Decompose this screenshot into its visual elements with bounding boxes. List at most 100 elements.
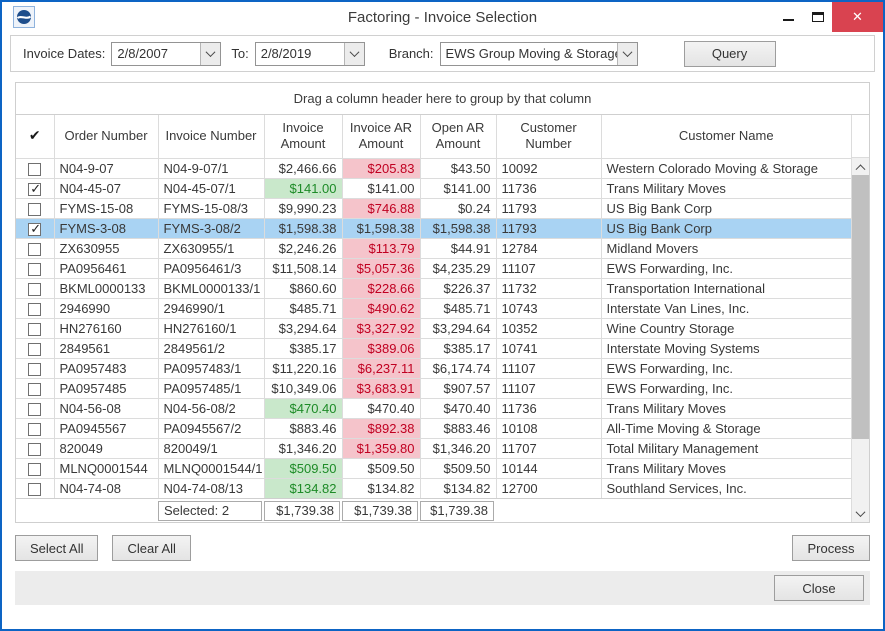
table-row[interactable]: N04-74-08 N04-74-08/13 $134.82 $134.82 $… [16, 478, 851, 498]
date-to-dropdown-button[interactable] [344, 43, 364, 65]
invoice-amount-cell: $141.00 [264, 178, 342, 198]
customer-number-cell: 10743 [496, 298, 601, 318]
open-ar-amount-cell: $0.24 [420, 198, 496, 218]
vertical-scrollbar[interactable] [852, 158, 869, 522]
header-row: ✔ Order Number Invoice Number Invoice Am… [16, 115, 851, 158]
table-row[interactable]: N04-9-07 N04-9-07/1 $2,466.66 $205.83 $4… [16, 158, 851, 178]
table-row[interactable]: BKML0000133 BKML0000133/1 $860.60 $228.6… [16, 278, 851, 298]
row-checkbox[interactable] [28, 423, 41, 436]
table-row[interactable]: FYMS-3-08 FYMS-3-08/2 $1,598.38 $1,598.3… [16, 218, 851, 238]
scroll-up-button[interactable] [852, 158, 869, 175]
clear-all-button[interactable]: Clear All [112, 535, 190, 561]
row-checkbox[interactable] [28, 383, 41, 396]
row-checkbox[interactable] [28, 403, 41, 416]
column-header-invoice-ar-amount[interactable]: Invoice AR Amount [342, 115, 420, 158]
invoice-number-cell: N04-56-08/2 [158, 398, 264, 418]
minimize-button[interactable] [774, 2, 803, 32]
row-checkbox[interactable] [28, 483, 41, 496]
grid-body: ✔ Order Number Invoice Number Invoice Am… [16, 115, 869, 522]
customer-name-cell: Total Military Management [601, 438, 851, 458]
column-header-check[interactable]: ✔ [16, 115, 54, 158]
row-checkbox[interactable] [28, 163, 41, 176]
row-checkbox[interactable] [28, 463, 41, 476]
invoice-amount-cell: $509.50 [264, 458, 342, 478]
invoice-ar-amount-cell: $5,057.36 [342, 258, 420, 278]
invoice-amount-cell: $485.71 [264, 298, 342, 318]
table-row[interactable]: 820049 820049/1 $1,346.20 $1,359.80 $1,3… [16, 438, 851, 458]
customer-name-cell: Midland Movers [601, 238, 851, 258]
invoice-ar-amount-cell: $746.88 [342, 198, 420, 218]
select-all-button[interactable]: Select All [15, 535, 98, 561]
open-ar-amount-cell: $485.71 [420, 298, 496, 318]
branch-select[interactable]: EWS Group Moving & Storage... [440, 42, 638, 66]
query-button[interactable]: Query [684, 41, 776, 67]
process-button[interactable]: Process [792, 535, 870, 561]
row-checkbox[interactable] [28, 303, 41, 316]
close-button[interactable]: ✕ [832, 2, 883, 32]
row-checkbox[interactable] [28, 323, 41, 336]
table-row[interactable]: N04-56-08 N04-56-08/2 $470.40 $470.40 $4… [16, 398, 851, 418]
order-number-cell: FYMS-15-08 [54, 198, 158, 218]
column-header-customer-number[interactable]: Customer Number [496, 115, 601, 158]
table-row[interactable]: HN276160 HN276160/1 $3,294.64 $3,327.92 … [16, 318, 851, 338]
customer-number-cell: 10092 [496, 158, 601, 178]
invoice-number-cell: N04-9-07/1 [158, 158, 264, 178]
invoice-amount-cell: $1,346.20 [264, 438, 342, 458]
scroll-down-button[interactable] [852, 505, 869, 522]
invoice-amount-cell: $860.60 [264, 278, 342, 298]
order-number-cell: N04-45-07 [54, 178, 158, 198]
close-action-button[interactable]: Close [774, 575, 864, 601]
table-row[interactable]: ZX630955 ZX630955/1 $2,246.26 $113.79 $4… [16, 238, 851, 258]
maximize-button[interactable] [803, 2, 832, 32]
window: Factoring - Invoice Selection ✕ Invoice … [0, 0, 885, 631]
open-ar-amount-cell: $4,235.29 [420, 258, 496, 278]
customer-name-cell: EWS Forwarding, Inc. [601, 258, 851, 278]
table-row[interactable]: 2849561 2849561/2 $385.17 $389.06 $385.1… [16, 338, 851, 358]
column-header-order-number[interactable]: Order Number [54, 115, 158, 158]
order-number-cell: PA0957483 [54, 358, 158, 378]
row-checkbox[interactable] [28, 283, 41, 296]
row-checkbox[interactable] [28, 343, 41, 356]
row-checkbox[interactable] [28, 263, 41, 276]
invoice-amount-cell: $385.17 [264, 338, 342, 358]
row-checkbox[interactable] [28, 363, 41, 376]
scroll-thumb[interactable] [852, 175, 869, 439]
order-number-cell: PA0945567 [54, 418, 158, 438]
app-icon [13, 6, 35, 28]
customer-name-cell: US Big Bank Corp [601, 218, 851, 238]
table-row[interactable]: PA0956461 PA0956461/3 $11,508.14 $5,057.… [16, 258, 851, 278]
grid-footer: Selected: 2 $1,739.38 $1,739.38 $1,739.3… [16, 498, 851, 522]
column-header-invoice-number[interactable]: Invoice Number [158, 115, 264, 158]
column-header-invoice-amount[interactable]: Invoice Amount [264, 115, 342, 158]
scrollbar-column [851, 115, 869, 522]
table-row[interactable]: PA0957483 PA0957483/1 $11,220.16 $6,237.… [16, 358, 851, 378]
date-from-dropdown-button[interactable] [200, 43, 220, 65]
table-row[interactable]: N04-45-07 N04-45-07/1 $141.00 $141.00 $1… [16, 178, 851, 198]
order-number-cell: BKML0000133 [54, 278, 158, 298]
column-header-customer-name[interactable]: Customer Name [601, 115, 851, 158]
table-row[interactable]: MLNQ0001544 MLNQ0001544/1 $509.50 $509.5… [16, 458, 851, 478]
invoice-amount-cell: $2,466.66 [264, 158, 342, 178]
branch-label: Branch: [389, 46, 434, 61]
branch-dropdown-button[interactable] [617, 43, 637, 65]
table-row[interactable]: PA0957485 PA0957485/1 $10,349.06 $3,683.… [16, 378, 851, 398]
table-row[interactable]: FYMS-15-08 FYMS-15-08/3 $9,990.23 $746.8… [16, 198, 851, 218]
table-row[interactable]: PA0945567 PA0945567/2 $883.46 $892.38 $8… [16, 418, 851, 438]
invoice-amount-cell: $11,220.16 [264, 358, 342, 378]
invoice-number-cell: 2849561/2 [158, 338, 264, 358]
row-checkbox[interactable] [28, 223, 41, 236]
row-checkbox[interactable] [28, 203, 41, 216]
date-to-picker[interactable]: 2/8/2019 [255, 42, 365, 66]
table-row[interactable]: 2946990 2946990/1 $485.71 $490.62 $485.7… [16, 298, 851, 318]
row-checkbox[interactable] [28, 443, 41, 456]
invoice-ar-amount-cell: $3,327.92 [342, 318, 420, 338]
row-checkbox[interactable] [28, 243, 41, 256]
invoice-amount-cell: $1,598.38 [264, 218, 342, 238]
selected-count: Selected: 2 [158, 501, 262, 521]
customer-number-cell: 10144 [496, 458, 601, 478]
scroll-track[interactable] [852, 175, 869, 505]
column-header-open-ar-amount[interactable]: Open AR Amount [420, 115, 496, 158]
invoice-number-cell: FYMS-3-08/2 [158, 218, 264, 238]
date-from-picker[interactable]: 2/8/2007 [111, 42, 221, 66]
row-checkbox[interactable] [28, 183, 41, 196]
